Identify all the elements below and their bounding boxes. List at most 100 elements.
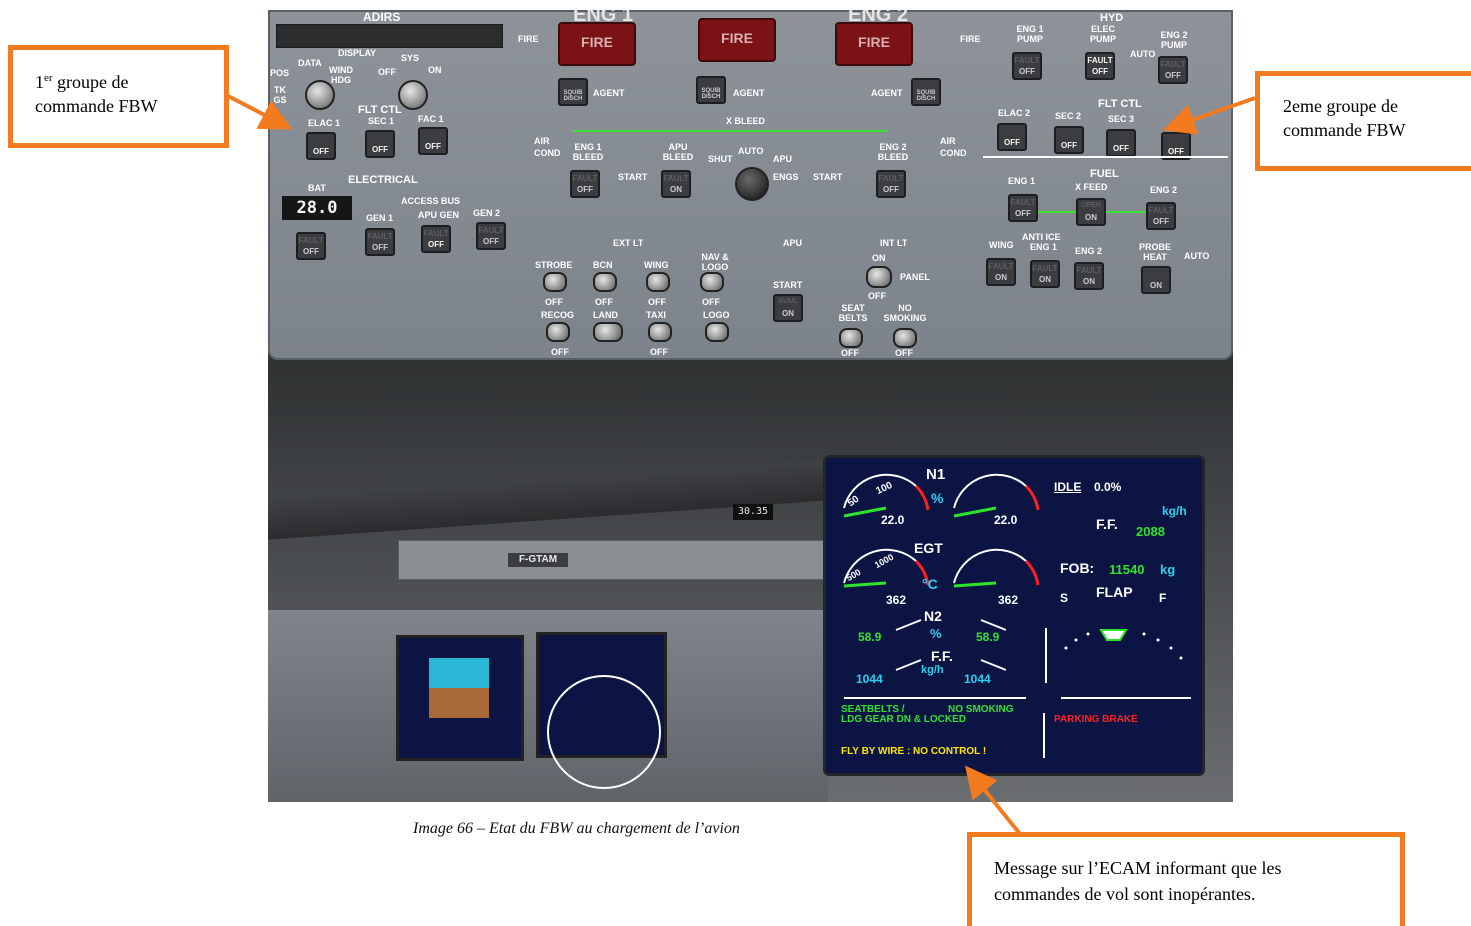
eng1-agent-label: AGENT <box>593 88 625 98</box>
wind-hdg-label: WIND HDG <box>329 65 353 85</box>
x-feed-button[interactable]: OPEN ON <box>1076 198 1106 226</box>
glareshield <box>268 460 828 540</box>
bat-voltage-display: 28.0 <box>282 196 352 220</box>
elac1-off-button[interactable]: OFF <box>306 132 336 160</box>
eng1-anti-ice-button[interactable]: FAULT ON <box>1030 260 1060 288</box>
int-lt-off-label: OFF <box>868 291 886 301</box>
fac1-label: FAC 1 <box>418 114 444 124</box>
anti-ice-eng1-label: ENG 1 <box>1030 242 1058 252</box>
strobe-switch[interactable] <box>543 272 567 292</box>
fire-right-vertical: FIRE <box>960 34 981 45</box>
ff-left-unit: kg/h <box>921 664 944 676</box>
bleed-duct-line <box>573 130 888 132</box>
fuel-eng2-button[interactable]: FAULT OFF <box>1146 202 1176 230</box>
nav-logo-switch[interactable] <box>700 272 724 292</box>
adirs-display <box>276 24 503 48</box>
eng1-bleed-label: ENG 1 BLEED <box>572 142 604 162</box>
apu-start-label: START <box>773 280 803 290</box>
recog-switch[interactable] <box>546 322 570 342</box>
ff-right-unit: kg/h <box>1162 504 1187 518</box>
x-feed-label: X FEED <box>1075 182 1108 192</box>
electrical-title: ELECTRICAL <box>348 174 418 186</box>
int-lt-switch[interactable] <box>866 266 892 288</box>
air-cond-left-label: AIR COND <box>534 136 561 158</box>
elec-pump-button[interactable]: FAULT OFF <box>1085 52 1115 80</box>
anti-ice-eng2-label: ENG 2 <box>1075 246 1103 256</box>
ff-right-value: 1044 <box>964 672 991 686</box>
n2-left-value: 58.9 <box>858 630 882 644</box>
gen2-button[interactable]: FAULT OFF <box>476 222 506 250</box>
data-label: DATA <box>298 58 322 68</box>
callout-fbw-group-1-line1: 1er groupe de <box>35 72 129 92</box>
apu-agent-label: AGENT <box>733 88 765 98</box>
eng1-squib-button[interactable]: SQUIB DISCH <box>558 78 588 106</box>
flap-f-label: F <box>1159 591 1167 605</box>
display-selector-knob[interactable] <box>305 80 335 110</box>
apu-fire-pushbutton[interactable]: FIRE <box>698 18 776 62</box>
no-smoking-label: NO SMOKING <box>883 303 927 323</box>
eng2-agent-label: AGENT <box>871 88 903 98</box>
eng2-fire-pushbutton[interactable]: FIRE <box>835 22 913 66</box>
fuel-eng1-label: ENG 1 <box>1008 176 1036 186</box>
sec3-off-button[interactable]: OFF <box>1106 129 1136 157</box>
bcn-label: BCN <box>593 260 613 270</box>
eng1-fire-pushbutton[interactable]: FIRE <box>558 22 636 66</box>
wing-lt-switch[interactable] <box>646 272 670 292</box>
bat-button[interactable]: FAULT OFF <box>296 232 326 260</box>
eng2-pump-button[interactable]: FAULT OFF <box>1158 56 1188 84</box>
sec2-label: SEC 2 <box>1055 111 1082 121</box>
wing-label: WING <box>989 240 1014 250</box>
ff-left-label: F.F. <box>931 648 953 664</box>
sys-selector-knob[interactable] <box>398 80 428 110</box>
fac1-off-button[interactable]: OFF <box>418 127 448 155</box>
nav-logo-label: NAV & LOGO <box>701 252 729 272</box>
apu-start-button[interactable]: AVAIL ON <box>773 294 803 322</box>
eng1-bleed-button[interactable]: FAULT OFF <box>570 170 600 198</box>
display-label: DISPLAY <box>338 48 377 58</box>
nd-arc <box>547 675 661 789</box>
apu-bleed-button[interactable]: FAULT ON <box>661 170 691 198</box>
pfd-attitude-sky <box>429 658 489 688</box>
flt-ctl-2-title: FLT CTL <box>1098 98 1142 110</box>
eng2-bleed-button[interactable]: FAULT OFF <box>876 170 906 198</box>
eng2-anti-ice-button[interactable]: FAULT ON <box>1074 262 1104 290</box>
land-switch[interactable] <box>593 322 623 342</box>
gen1-button[interactable]: FAULT OFF <box>365 228 395 256</box>
egt-right-value: 362 <box>998 593 1019 607</box>
seat-belts-switch[interactable] <box>839 328 863 348</box>
taxi-switch[interactable] <box>648 322 672 342</box>
callout-fbw-group-2-line1: 2eme groupe de <box>1283 96 1398 116</box>
elac2-off-button[interactable]: OFF <box>997 123 1027 151</box>
memo-ldg-gear: LDG GEAR DN & LOCKED <box>841 714 966 725</box>
callout-fbw-group-2-line2: commande FBW <box>1283 120 1406 140</box>
wing-anti-ice-button[interactable]: FAULT ON <box>986 258 1016 286</box>
no-smoking-switch[interactable] <box>893 328 917 348</box>
sys-on-label: ON <box>428 65 442 75</box>
egt-left-value: 362 <box>886 593 907 607</box>
bcn-switch[interactable] <box>593 272 617 292</box>
panel-label: PANEL <box>900 272 930 282</box>
n1-left-value: 22.0 <box>881 513 905 527</box>
probe-heat-button[interactable]: ON <box>1141 266 1171 294</box>
sec2-off-button[interactable]: OFF <box>1054 126 1084 154</box>
apu-squib-button[interactable]: SQUIB DISCH <box>696 76 726 104</box>
elec-pump-label: ELEC PUMP <box>1089 24 1116 44</box>
bat-label: BAT <box>308 183 326 193</box>
memo-fly-by-wire: FLY BY WIRE : NO CONTROL ! <box>841 746 987 757</box>
fuel-eng1-button[interactable]: FAULT OFF <box>1008 194 1038 222</box>
bcn-off-label: OFF <box>595 297 613 307</box>
eng1-pump-button[interactable]: FAULT OFF <box>1012 52 1042 80</box>
sys-label: SYS <box>401 53 420 63</box>
land-label: LAND <box>593 310 618 320</box>
sec3-label: SEC 3 <box>1108 114 1135 124</box>
shut-label: SHUT <box>708 154 733 164</box>
eng2-squib-button[interactable]: SQUIB DISCH <box>911 78 941 106</box>
registration-plate: F-GTAM <box>508 553 568 567</box>
sec1-off-button[interactable]: OFF <box>365 130 395 158</box>
x-bleed-selector-knob[interactable] <box>735 167 769 201</box>
apu-gen-button[interactable]: FAULT OFF <box>421 225 451 253</box>
access-bus-label: ACCESS BUS <box>401 196 461 206</box>
fire-left-vertical: FIRE <box>518 34 539 45</box>
logo-switch[interactable] <box>705 322 729 342</box>
ff-right-value-total: 2088 <box>1136 524 1165 539</box>
